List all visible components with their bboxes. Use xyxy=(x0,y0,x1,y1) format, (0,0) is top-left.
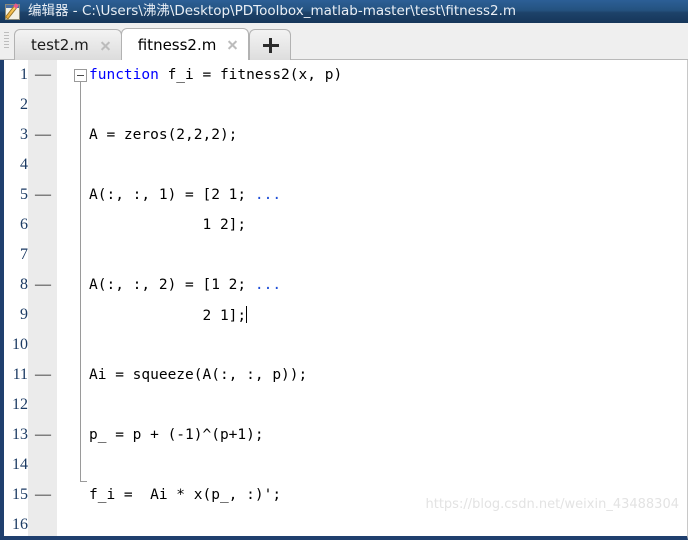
line-number: 1 xyxy=(20,66,28,83)
code-line[interactable]: 16 xyxy=(4,510,687,536)
executable-line-marker[interactable]: — xyxy=(29,367,57,383)
plain-token: 2 1]; xyxy=(89,308,247,324)
line-number: 12 xyxy=(12,396,28,413)
plain-token: A = zeros(2,2,2); xyxy=(89,127,238,143)
drag-grip-icon[interactable] xyxy=(4,32,9,51)
editor-document-pencil-icon xyxy=(3,2,23,21)
line-number: 15 xyxy=(12,486,28,503)
line-number: 8 xyxy=(20,276,28,293)
text-cursor xyxy=(246,306,248,323)
keyword-token: function xyxy=(89,67,159,83)
line-number: 7 xyxy=(20,246,28,263)
matlab-editor-window: 编辑器 - C:\Users\沸沸\Desktop\PDToolbox_matl… xyxy=(0,0,688,540)
tab-bar: test2.m fitness2.m xyxy=(0,23,688,60)
executable-line-marker[interactable]: — xyxy=(29,127,57,143)
code-line[interactable]: 10 xyxy=(4,330,687,360)
code-text: A = zeros(2,2,2); xyxy=(57,127,687,143)
plain-token: p_ = p + (-1)^(p+1); xyxy=(89,427,264,443)
line-number: 10 xyxy=(12,336,28,353)
code-line[interactable]: 9 2 1]; xyxy=(4,300,687,330)
code-line[interactable]: 5— A(:, :, 1) = [2 1; ... xyxy=(4,180,687,210)
code-line[interactable]: 11— Ai = squeeze(A(:, :, p)); xyxy=(4,360,687,390)
plain-token: f_i = fitness2(x, p) xyxy=(158,67,343,83)
plain-token: A(:, :, 1) = [2 1; xyxy=(89,187,255,203)
line-number: 6 xyxy=(20,216,28,233)
code-text: A(:, :, 2) = [1 2; ... xyxy=(57,277,687,293)
executable-line-marker[interactable]: — xyxy=(29,427,57,443)
plain-token: Ai = squeeze(A(:, :, p)); xyxy=(89,367,308,383)
tab-label: fitness2.m xyxy=(137,35,217,54)
line-number: 3 xyxy=(20,126,28,143)
code-text: function f_i = fitness2(x, p) xyxy=(57,67,687,83)
code-lines: 1— function f_i = fitness2(x, p) 2 3— A = ze… xyxy=(4,60,687,536)
executable-line-marker[interactable]: — xyxy=(29,67,57,83)
code-text: A(:, :, 1) = [2 1; ... xyxy=(57,187,687,203)
line-continuation-token: ... xyxy=(254,277,282,293)
line-number: 11 xyxy=(12,366,28,383)
tab-fitness2-m[interactable]: fitness2.m xyxy=(120,28,250,60)
line-number: 4 xyxy=(20,156,28,173)
code-line[interactable]: 14 xyxy=(4,450,687,480)
code-line[interactable]: 7 xyxy=(4,240,687,270)
code-line[interactable]: 12 xyxy=(4,390,687,420)
function-fold-line-foot xyxy=(80,481,87,482)
code-text: Ai = squeeze(A(:, :, p)); xyxy=(57,367,687,383)
plain-token: A(:, :, 2) = [1 2; xyxy=(89,277,255,293)
code-text: 2 1]; xyxy=(57,306,687,324)
code-line[interactable]: 8— A(:, :, 2) = [1 2; ... xyxy=(4,270,687,300)
watermark-text: https://blog.csdn.net/weixin_43488304 xyxy=(425,497,679,512)
tab-label: test2.m xyxy=(31,36,89,54)
executable-line-marker[interactable]: — xyxy=(29,187,57,203)
collapse-minus-icon[interactable] xyxy=(74,69,87,82)
code-area[interactable]: 1— function f_i = fitness2(x, p) 2 3— A = ze… xyxy=(4,60,687,536)
code-line[interactable]: 3— A = zeros(2,2,2); xyxy=(4,120,687,150)
code-line[interactable]: 13— p_ = p + (-1)^(p+1); xyxy=(4,420,687,450)
line-number: 9 xyxy=(20,306,28,323)
tab-strip: test2.m fitness2.m xyxy=(14,28,292,60)
code-text: 1 2]; xyxy=(57,217,687,233)
executable-line-marker[interactable]: — xyxy=(29,487,57,503)
window-title: 编辑器 - C:\Users\沸沸\Desktop\PDToolbox_matl… xyxy=(28,3,517,19)
function-fold-line xyxy=(80,82,81,482)
line-continuation-token: ... xyxy=(254,187,282,203)
code-line[interactable]: 1— function f_i = fitness2(x, p) xyxy=(4,60,687,90)
executable-line-marker[interactable]: — xyxy=(29,277,57,293)
close-x-icon[interactable] xyxy=(226,38,239,51)
new-tab-button[interactable] xyxy=(249,29,292,60)
code-line[interactable]: 2 xyxy=(4,90,687,120)
code-line[interactable]: 6 1 2]; xyxy=(4,210,687,240)
code-line[interactable]: 4 xyxy=(4,150,687,180)
plain-token: f_i = Ai * x(p_, :)'; xyxy=(89,487,282,503)
line-number: 14 xyxy=(12,456,28,473)
line-number: 5 xyxy=(20,186,28,203)
plain-token: 1 2]; xyxy=(89,217,247,233)
code-text: p_ = p + (-1)^(p+1); xyxy=(57,427,687,443)
line-number: 13 xyxy=(12,426,28,443)
line-number: 2 xyxy=(20,96,28,113)
editor-pane: 1— function f_i = fitness2(x, p) 2 3— A = ze… xyxy=(0,60,688,540)
tab-test2-m[interactable]: test2.m xyxy=(14,29,122,60)
line-number: 16 xyxy=(12,516,28,533)
window-titlebar: 编辑器 - C:\Users\沸沸\Desktop\PDToolbox_matl… xyxy=(0,0,688,23)
close-x-icon[interactable] xyxy=(99,39,112,52)
